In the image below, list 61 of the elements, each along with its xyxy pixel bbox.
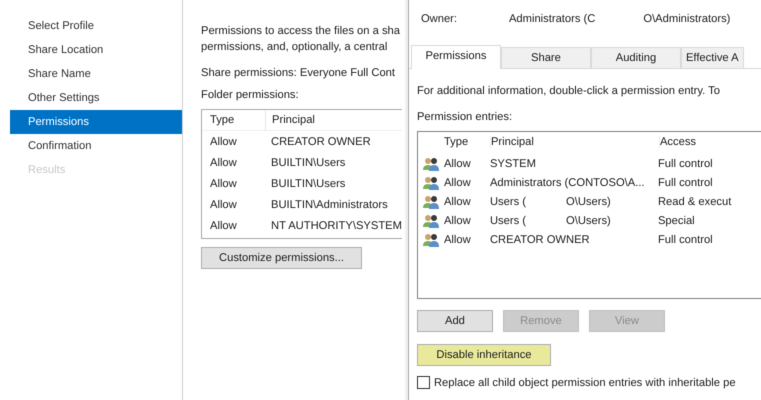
table-cell: Administrators (CONTOSO\A... — [490, 176, 645, 188]
table-cell-text: Allow — [209, 156, 238, 168]
table-cell-text: Allow — [444, 176, 472, 188]
column-header[interactable]: Principal — [265, 110, 402, 130]
table-cell: Users ( — [490, 214, 526, 226]
share-permissions-text: Share permissions: Everyone Full Cont — [201, 66, 396, 81]
wizard-step[interactable]: Share Name — [10, 62, 182, 86]
users-icon — [422, 176, 439, 190]
table-cell-text: Allow — [444, 214, 472, 226]
users-icon — [422, 214, 439, 228]
column-header[interactable]: Principal — [490, 136, 660, 148]
users-icon — [422, 194, 439, 208]
info-text: For additional information, double-click a permission entry. To — [416, 84, 721, 99]
wizard-step[interactable]: Share Location — [10, 38, 182, 62]
table-cell: Read & execut — [658, 196, 732, 208]
owner-value: O\Administrators) — [643, 13, 730, 27]
table-cell-text: Allow — [444, 158, 472, 170]
folder-permissions-label: Folder permissions: — [201, 88, 300, 103]
column-header[interactable]: Type — [444, 136, 491, 148]
tab[interactable]: Auditing — [590, 47, 681, 68]
table-cell-text: BUILTIN\Administrators — [270, 198, 388, 210]
wizard-step[interactable]: Permissions — [10, 110, 182, 134]
table-cell-text: BUILTIN\Users — [270, 178, 346, 190]
table-cell: Special — [658, 214, 695, 226]
table-cell: O\Users) — [566, 214, 611, 226]
users-icon — [422, 232, 439, 246]
column-header[interactable]: Type — [202, 114, 265, 126]
table-cell-text: BUILTIN\Users — [270, 156, 346, 168]
wizard-step[interactable]: Other Settings — [10, 86, 182, 110]
table-cell: SYSTEM — [490, 158, 536, 170]
table-cell-text: Allow — [209, 198, 238, 210]
permission-entries-label: Permission entries: — [416, 110, 514, 125]
table-cell-text: Allow — [444, 196, 472, 208]
description-text: Permissions to access the files on a sha — [201, 24, 401, 39]
tab[interactable]: Permissions — [410, 45, 501, 69]
table-cell-text: Allow — [444, 234, 472, 246]
owner-label: Owner: — [420, 13, 458, 27]
wizard-step[interactable]: Confirmation — [10, 134, 182, 158]
table-cell-text: Allow — [209, 136, 238, 148]
owner-value: Administrators (C — [508, 13, 596, 27]
table-cell-text: Allow — [209, 178, 238, 190]
table-cell: O\Users) — [566, 196, 611, 208]
table-cell: Full control — [658, 234, 713, 246]
table-cell: Users ( — [490, 196, 526, 208]
table-cell: Full control — [658, 158, 713, 170]
tab[interactable]: Share — [500, 47, 591, 68]
table-cell: CREATOR OWNER — [490, 234, 590, 246]
table-cell-text: NT AUTHORITY\SYSTEM — [270, 220, 402, 232]
description-text: permissions, and, optionally, a central — [201, 40, 388, 55]
customize-permissions-button[interactable]: Customize permissions... — [201, 247, 362, 269]
table-cell-text: Allow — [209, 220, 238, 232]
table-cell: Full control — [658, 176, 713, 188]
action-button[interactable]: Add — [416, 310, 493, 332]
table-cell-text: CREATOR OWNER — [270, 136, 371, 148]
column-header[interactable]: Access — [660, 136, 696, 148]
tab[interactable]: Effective A — [680, 47, 744, 68]
users-icon — [422, 156, 439, 170]
checkbox[interactable] — [416, 376, 430, 389]
disable-inheritance-button[interactable]: Disable inheritance — [416, 344, 551, 366]
checkbox-label: Replace all child object permission entries with inheritable pe — [434, 376, 736, 388]
wizard-step[interactable]: Select Profile — [10, 14, 182, 38]
